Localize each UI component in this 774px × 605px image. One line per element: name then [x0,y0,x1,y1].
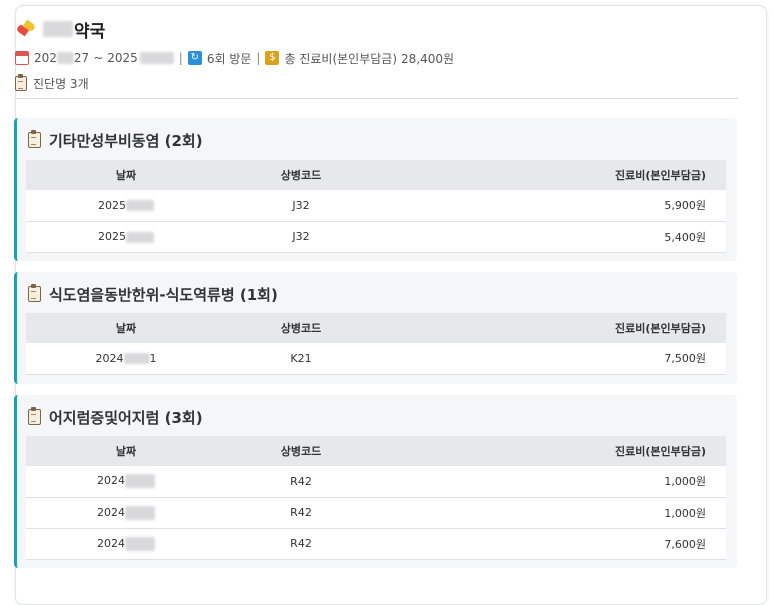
money-bag-icon: $ [265,51,280,65]
visits-table: 날짜 상병코드 진료비(본인부담금) 2024 R42 1,000원 2024 … [26,436,726,560]
cell-date: 2025 [26,190,226,222]
cell-date: 2024 1 [26,343,226,375]
summary-line: 202 27 ~ 2025 | ↻ 6회 방문 | $ 총 진료비(본인부담금)… [15,47,738,69]
table-header-row: 날짜 상병코드 진료비(본인부담금) [26,313,726,343]
cell-date: 2024 [26,528,226,560]
pharmacy-name: 약국 [74,21,106,42]
separator: | [256,51,261,65]
cell-amount: 5,900원 [376,190,726,222]
pharmacy-title: 약국 [15,14,738,44]
col-code: 상병코드 [280,322,322,335]
col-date: 날짜 [115,322,137,335]
cell-code: J32 [226,190,376,222]
col-amount: 진료비(본인부담금) [614,169,706,182]
diagnosis-title: 어지럼증및어지럼 (3회) [28,405,203,429]
diagnosis-section: 기타만성부비동염 (2회) 날짜 상병코드 진료비(본인부담금) 2025 J3… [14,118,737,261]
refresh-icon: ↻ [187,51,202,65]
visits-table: 날짜 상병코드 진료비(본인부담금) 2024 1 K21 7,500원 [26,313,726,375]
clipboard-icon [28,284,41,302]
cell-amount: 1,000원 [376,466,726,498]
diagnosis-section: 어지럼증및어지럼 (3회) 날짜 상병코드 진료비(본인부담금) 2024 R4… [14,395,737,568]
calendar-icon [15,51,29,65]
col-amount: 진료비(본인부담금) [614,322,706,335]
cell-date: 2024 [26,466,226,498]
total-label: 총 진료비(본인부담금) [284,51,398,66]
date-start: 202 [34,51,57,65]
col-amount: 진료비(본인부담금) [614,445,706,458]
diagnosis-section: 식도염을동반한위-식도역류병 (1회) 날짜 상병코드 진료비(본인부담금) 2… [14,272,737,384]
cell-amount: 5,400원 [376,221,726,253]
col-date: 날짜 [115,169,137,182]
visits-count: 6회 방문 [206,51,252,66]
separator: | [178,51,183,65]
table-row: 2025 J32 5,900원 [26,190,726,222]
cell-amount: 7,600원 [376,528,726,560]
table-row: 2024 R42 1,000원 [26,466,726,498]
cell-code: R42 [226,528,376,560]
date-end: 2025 [107,51,138,65]
visits-table: 날짜 상병코드 진료비(본인부담금) 2025 J32 5,900원 2025 … [26,160,726,253]
clipboard-icon [28,407,41,425]
col-code: 상병코드 [280,169,322,182]
header-divider [15,98,738,99]
cell-code: R42 [226,497,376,529]
col-code: 상병코드 [280,445,322,458]
table-row: 2024 R42 7,600원 [26,528,726,560]
clipboard-icon [28,130,41,148]
cell-date: 2024 [26,497,226,529]
date-range-sep: ~ [93,51,104,65]
cell-code: R42 [226,466,376,498]
cell-amount: 7,500원 [376,343,726,375]
pill-icon [15,19,37,37]
cell-amount: 1,000원 [376,497,726,529]
table-header-row: 날짜 상병코드 진료비(본인부담금) [26,160,726,190]
table-row: 2025 J32 5,400원 [26,221,726,253]
table-row: 2024 R42 1,000원 [26,497,726,529]
redacted-name [43,21,73,37]
diagnosis-title: 식도염을동반한위-식도역류병 (1회) [28,282,278,306]
diagnosis-count: 진단명 3개 [33,76,89,91]
cell-code: K21 [226,343,376,375]
table-row: 2024 1 K21 7,500원 [26,343,726,375]
clipboard-icon [15,73,27,91]
cell-date: 2025 [26,221,226,253]
redacted-date [56,52,74,64]
diagnosis-count-line: 진단명 3개 [15,72,738,94]
total-value: 28,400원 [401,51,455,66]
table-header-row: 날짜 상병코드 진료비(본인부담금) [26,436,726,466]
card-header: 약국 202 27 ~ 2025 | ↻ 6회 방문 | $ 총 진료비(본인부… [15,14,738,94]
diagnosis-title: 기타만성부비동염 (2회) [28,128,203,152]
date-start-tail: 27 [73,51,90,65]
col-date: 날짜 [115,445,137,458]
cell-code: J32 [226,221,376,253]
redacted-date [139,52,174,64]
